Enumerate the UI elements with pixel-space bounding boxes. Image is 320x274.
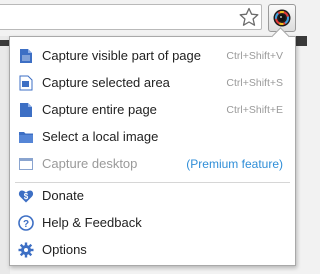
bookmark-star-icon[interactable] — [239, 7, 259, 27]
menu-item-capture-desktop[interactable]: Capture desktop (Premium feature) — [10, 151, 295, 177]
menu-item-label: Help & Feedback — [42, 215, 142, 230]
menu-item-capture-visible[interactable]: Capture visible part of page Ctrl+Shift+… — [10, 43, 295, 69]
page-entire-icon — [18, 102, 34, 118]
address-bar[interactable] — [0, 4, 262, 30]
menu-item-select-local-image[interactable]: Select a local image — [10, 124, 295, 150]
menu-item-options[interactable]: Options — [10, 237, 295, 263]
svg-text:$: $ — [24, 192, 29, 201]
selection-icon — [18, 75, 34, 91]
menu-item-donate[interactable]: $ Donate — [10, 183, 295, 209]
help-icon: ? — [18, 215, 34, 231]
screenshot-extension-button[interactable] — [268, 4, 296, 32]
svg-text:?: ? — [23, 219, 29, 230]
menu-item-shortcut: Ctrl+Shift+V — [226, 50, 283, 62]
heart-dollar-icon: $ — [18, 188, 34, 204]
menu-item-label: Select a local image — [42, 129, 159, 144]
menu-item-help-feedback[interactable]: ? Help & Feedback — [10, 210, 295, 236]
menu-item-shortcut: Ctrl+Shift+S — [226, 77, 283, 89]
browser-toolbar — [0, 0, 307, 36]
camera-lens-icon — [273, 9, 291, 27]
menu-item-label: Capture desktop — [42, 156, 138, 171]
folder-icon — [18, 129, 34, 145]
menu-item-label: Donate — [42, 188, 84, 203]
desktop-window-icon — [18, 156, 34, 172]
screenshot-menu-popup: Capture visible part of page Ctrl+Shift+… — [9, 36, 296, 266]
menu-item-label: Capture selected area — [42, 75, 170, 90]
gear-icon — [18, 242, 34, 258]
menu-item-label: Capture visible part of page — [42, 48, 201, 63]
premium-feature-link[interactable]: (Premium feature) — [186, 157, 283, 171]
page-header-strip-left — [0, 40, 9, 46]
menu-item-label: Options — [42, 242, 87, 257]
menu-item-capture-selected[interactable]: Capture selected area Ctrl+Shift+S — [10, 70, 295, 96]
page-header-strip — [295, 36, 307, 46]
page-visible-icon — [18, 48, 34, 64]
menu-item-capture-entire[interactable]: Capture entire page Ctrl+Shift+E — [10, 97, 295, 123]
menu-item-label: Capture entire page — [42, 102, 157, 117]
menu-item-shortcut: Ctrl+Shift+E — [226, 104, 283, 116]
